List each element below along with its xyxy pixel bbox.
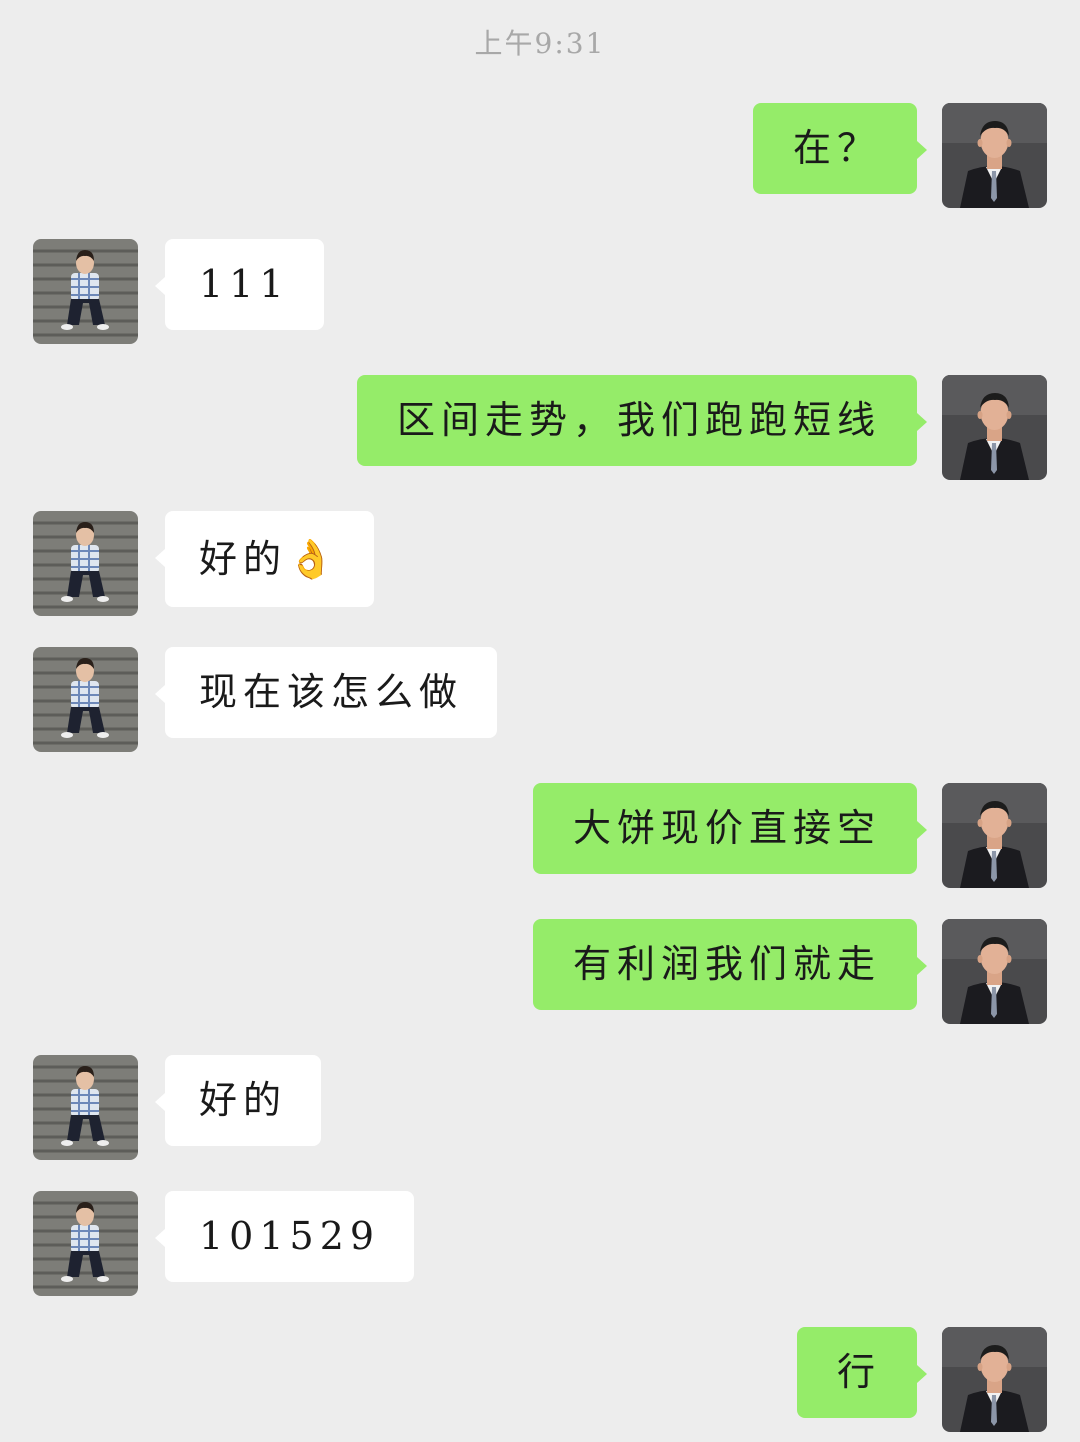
my-message-bubble[interactable]: 在？ (752, 103, 928, 194)
person-on-stairs-avatar-icon (33, 647, 138, 752)
person-on-stairs-avatar-icon (33, 511, 138, 616)
person-on-stairs-avatar-icon (33, 1191, 138, 1296)
my-message-bubble[interactable]: 行 (796, 1327, 928, 1418)
contact-message-bubble[interactable]: 好的 (154, 1055, 322, 1146)
man-in-suit-avatar-icon (942, 783, 1047, 888)
contact-message-bubble[interactable]: 111 (155, 239, 324, 330)
person-on-stairs-avatar-icon (33, 1055, 138, 1160)
contact-avatar[interactable] (33, 1191, 138, 1296)
man-in-suit-avatar-icon (942, 919, 1047, 1024)
contact-avatar[interactable] (33, 647, 138, 752)
my-avatar[interactable] (942, 375, 1047, 480)
my-message-bubble[interactable]: 有利润我们就走 (532, 919, 928, 1010)
contact-avatar[interactable] (33, 1055, 138, 1160)
man-in-suit-avatar-icon (942, 375, 1047, 480)
contact-avatar[interactable] (33, 239, 138, 344)
contact-message-bubble[interactable]: 现在该怎么做 (154, 647, 498, 738)
my-message-bubble[interactable]: 大饼现价直接空 (532, 783, 928, 874)
contact-message-bubble[interactable]: 好的👌 (154, 511, 375, 607)
man-in-suit-avatar-icon (942, 1327, 1047, 1432)
my-avatar[interactable] (942, 919, 1047, 1024)
my-avatar[interactable] (942, 1327, 1047, 1432)
contact-message-bubble[interactable]: 101529 (154, 1191, 415, 1282)
my-message-bubble[interactable]: 区间走势，我们跑跑短线 (356, 375, 928, 466)
man-in-suit-avatar-icon (942, 103, 1047, 208)
contact-avatar[interactable] (33, 511, 138, 616)
my-avatar[interactable] (942, 103, 1047, 208)
message-timestamp: 上午9:31 (474, 27, 606, 60)
person-on-stairs-avatar-icon (33, 239, 138, 344)
my-avatar[interactable] (942, 783, 1047, 888)
